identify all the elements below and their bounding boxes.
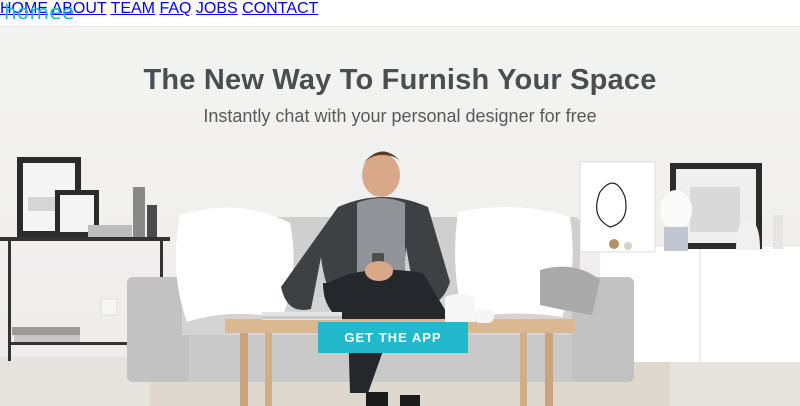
hero-title: The New Way To Furnish Your Space — [143, 64, 657, 96]
nav-contact[interactable]: CONTACT — [242, 0, 318, 17]
nav-faq[interactable]: FAQ — [159, 0, 191, 17]
hero-subtitle: Instantly chat with your personal design… — [203, 106, 597, 126]
top-navbar: homee HOME ABOUT TEAM FAQ JOBS CONTACT — [0, 0, 800, 27]
nav-jobs[interactable]: JOBS — [196, 0, 238, 17]
nav-team[interactable]: TEAM — [111, 0, 155, 17]
hero-section: The New Way To Furnish Your Space Instan… — [0, 27, 800, 406]
homee-logo[interactable]: homee — [4, 0, 75, 24]
get-the-app-button[interactable]: GET THE APP — [318, 322, 468, 353]
